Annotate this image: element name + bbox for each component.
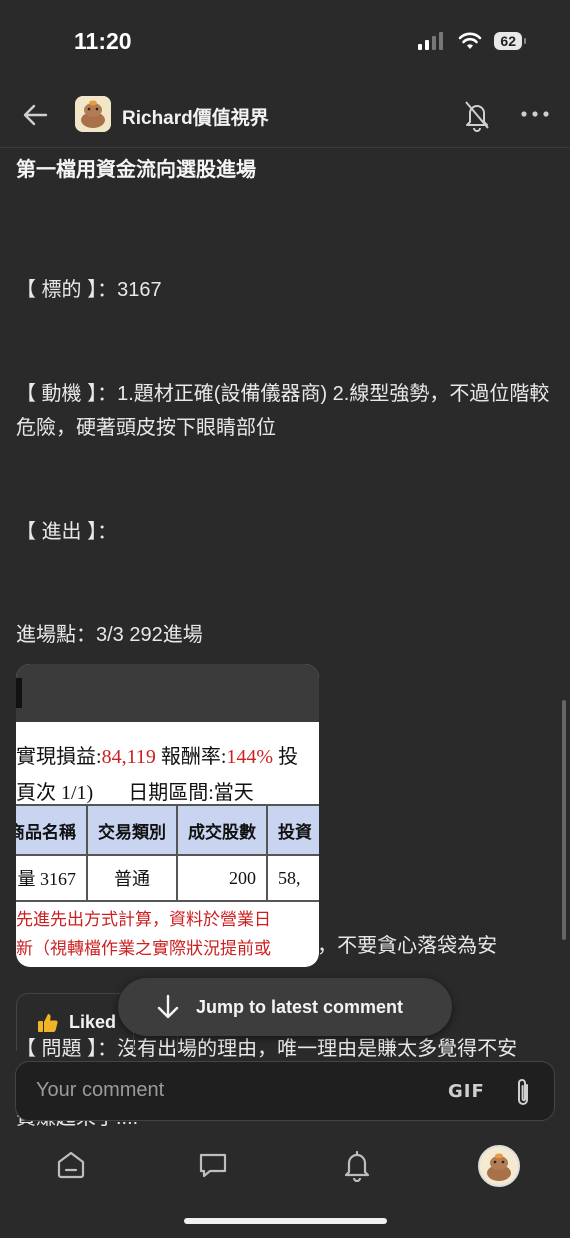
signal-icon bbox=[418, 32, 444, 50]
app-header: Richard價值視界 bbox=[0, 86, 570, 148]
post-line: 【 標的 】：3167 bbox=[16, 279, 162, 301]
table-row: 量 3167 普通 200 58, bbox=[16, 854, 319, 902]
table-cell-shares: 200 bbox=[176, 854, 268, 902]
capybara-logo-icon bbox=[75, 96, 111, 132]
image-summary-line: 實現損益:84,119 報酬率:144% 投 bbox=[16, 740, 298, 769]
table-cell-type: 普通 bbox=[86, 854, 178, 902]
chat-icon[interactable] bbox=[196, 1148, 230, 1182]
table-header: 商品名稱 bbox=[16, 804, 88, 856]
more-options-icon[interactable] bbox=[520, 106, 550, 122]
trade-table: 商品名稱 交易類別 成交股數 投資 量 3167 普通 200 58, bbox=[16, 804, 319, 902]
status-bar: 11:20 62 bbox=[0, 0, 570, 80]
paperclip-icon[interactable] bbox=[512, 1076, 534, 1108]
comment-placeholder: Your comment bbox=[36, 1079, 165, 1101]
summary-tail: 投 bbox=[273, 746, 299, 768]
scrollbar[interactable] bbox=[562, 700, 566, 940]
gif-button[interactable]: GIF bbox=[448, 1081, 485, 1102]
channel-avatar[interactable] bbox=[75, 96, 111, 132]
battery-indicator: 62 bbox=[494, 32, 526, 50]
post-image[interactable]: 實現損益:84,119 報酬率:144% 投 頁次 1/1) 日期區間:當天 商… bbox=[16, 664, 319, 967]
image-note-line: 新（視轉檔作業之實際狀況提前或 bbox=[16, 939, 271, 959]
image-page-line: 頁次 1/1) 日期區間:當天 bbox=[16, 776, 254, 805]
status-time: 11:20 bbox=[74, 28, 132, 54]
capybara-avatar-icon bbox=[480, 1147, 518, 1185]
thumbs-up-icon bbox=[38, 1013, 58, 1032]
wifi-icon bbox=[459, 32, 482, 49]
bottom-nav bbox=[0, 1140, 570, 1200]
post-title: 第一檔用資金流向選股進場 bbox=[16, 159, 256, 181]
arrow-down-icon bbox=[157, 994, 179, 1019]
home-indicator bbox=[184, 1218, 387, 1224]
post-line: 【 動機 】：1.題材正確(設備儀器商) 2.線型強勢，不過位階較危險，硬著頭皮… bbox=[16, 382, 550, 440]
summary-mid: 報酬率: bbox=[155, 746, 227, 768]
like-label: Liked bbox=[69, 1012, 117, 1032]
table-cell-name: 量 3167 bbox=[16, 854, 88, 902]
page-info: 頁次 1/1) bbox=[16, 782, 94, 804]
back-arrow-icon[interactable] bbox=[20, 100, 50, 130]
table-header: 成交股數 bbox=[176, 804, 268, 856]
notifications-icon[interactable] bbox=[340, 1148, 374, 1182]
date-range: 日期區間:當天 bbox=[128, 782, 254, 804]
table-header: 投資 bbox=[266, 804, 319, 856]
image-note-line: 先進先出方式計算，資料於營業日 bbox=[16, 910, 271, 930]
image-topbar bbox=[16, 664, 319, 722]
table-cell-amount: 58, bbox=[266, 854, 319, 902]
post-line: 【 進出 】： bbox=[16, 520, 118, 543]
summary-rate: 144% bbox=[226, 746, 274, 768]
comment-input[interactable]: Your comment GIF bbox=[15, 1061, 555, 1121]
bell-off-icon[interactable] bbox=[462, 98, 492, 132]
status-icons: 62 bbox=[418, 32, 526, 50]
home-icon[interactable] bbox=[54, 1148, 88, 1182]
table-header: 交易類別 bbox=[86, 804, 178, 856]
jump-to-latest-button[interactable]: Jump to latest comment bbox=[118, 978, 452, 1036]
channel-name[interactable]: Richard價值視界 bbox=[122, 103, 269, 130]
jump-label: Jump to latest comment bbox=[196, 996, 404, 1017]
like-button[interactable]: Liked bbox=[16, 993, 134, 1051]
post-line: 進場點：3/3 292進場 bbox=[16, 624, 203, 646]
profile-avatar[interactable] bbox=[478, 1145, 520, 1187]
summary-prefix: 實現損益: bbox=[16, 746, 102, 768]
summary-profit: 84,119 bbox=[101, 746, 156, 768]
